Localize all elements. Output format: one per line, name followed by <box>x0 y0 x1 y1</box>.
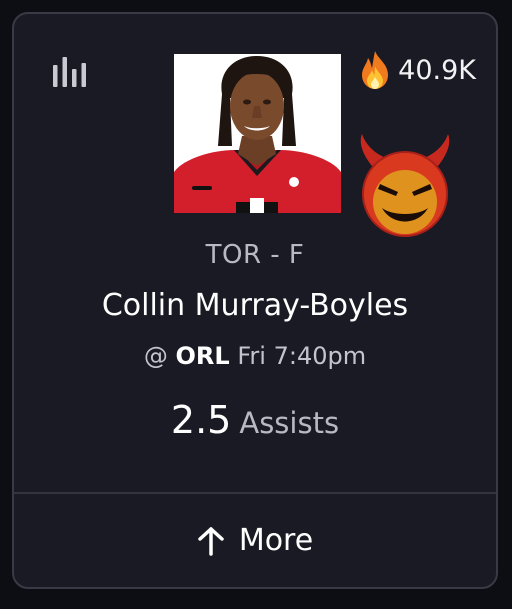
player-prop-card[interactable]: 40.9K TOR - F Collin Murray-Boyles @ ORL… <box>12 12 498 589</box>
game-time: Fri 7:40pm <box>237 342 367 370</box>
at-symbol: @ <box>143 342 168 370</box>
projection: 2.5 Assists <box>14 398 496 442</box>
arrow-up-icon <box>198 526 224 556</box>
bar-chart-icon[interactable] <box>53 57 87 87</box>
team-position: TOR - F <box>205 240 305 270</box>
popularity-count: 40.9K <box>398 54 476 86</box>
demon-icon <box>360 134 450 237</box>
game-matchup: @ ORL Fri 7:40pm <box>14 342 496 370</box>
player-headshot <box>174 54 341 213</box>
popularity-indicator: 40.9K <box>358 50 476 90</box>
stat-type: Assists <box>239 406 340 440</box>
projection-value: 2.5 <box>170 398 232 442</box>
more-button-label: More <box>238 523 314 558</box>
opponent-team: ORL <box>175 342 230 370</box>
flame-icon <box>362 51 389 89</box>
player-name: Collin Murray-Boyles <box>101 288 409 323</box>
more-button[interactable]: More <box>14 494 496 587</box>
